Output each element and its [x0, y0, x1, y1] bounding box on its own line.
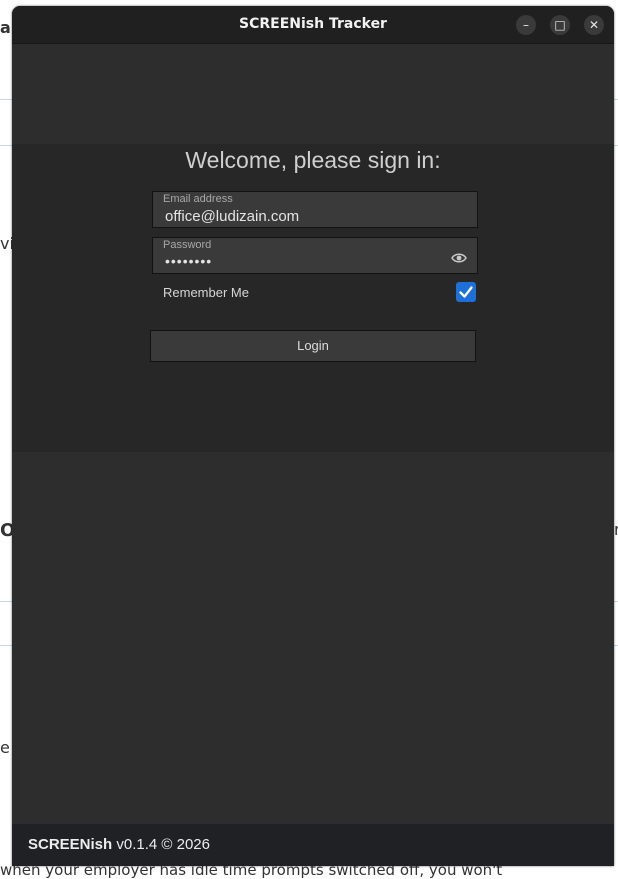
- email-input[interactable]: office@ludizain.com: [165, 208, 299, 225]
- remember-me-checkbox[interactable]: [456, 282, 476, 302]
- eye-icon[interactable]: [451, 249, 467, 263]
- checkmark-icon: [459, 286, 473, 298]
- maximize-icon: □: [554, 18, 566, 32]
- login-button[interactable]: Login: [150, 330, 476, 362]
- minimize-button[interactable]: –: [516, 15, 536, 35]
- email-label: Email address: [163, 193, 233, 205]
- password-input[interactable]: ••••••••: [165, 253, 212, 269]
- app-window: SCREENish Tracker – □ ✕ Welcome, please …: [12, 6, 614, 866]
- background-text-fragment: r: [614, 520, 618, 539]
- maximize-button[interactable]: □: [550, 15, 570, 35]
- password-label: Password: [163, 239, 212, 251]
- login-panel: Welcome, please sign in: Email address o…: [12, 144, 614, 452]
- title-bar[interactable]: SCREENish Tracker – □ ✕: [12, 6, 614, 44]
- remember-me-label: Remember Me: [163, 285, 249, 300]
- close-icon: ✕: [588, 18, 600, 32]
- password-field[interactable]: Password ••••••••: [152, 237, 478, 274]
- footer: SCREENish v0.1.4 © 2026: [12, 824, 614, 866]
- background-text-fragment: a: [0, 18, 11, 37]
- page-title: Welcome, please sign in:: [185, 147, 441, 173]
- footer-brand: SCREENish: [28, 836, 113, 853]
- minimize-icon: –: [523, 18, 529, 32]
- footer-version: v0.1.4 © 2026: [112, 836, 210, 853]
- close-button[interactable]: ✕: [584, 15, 604, 35]
- email-field[interactable]: Email address office@ludizain.com: [152, 191, 478, 228]
